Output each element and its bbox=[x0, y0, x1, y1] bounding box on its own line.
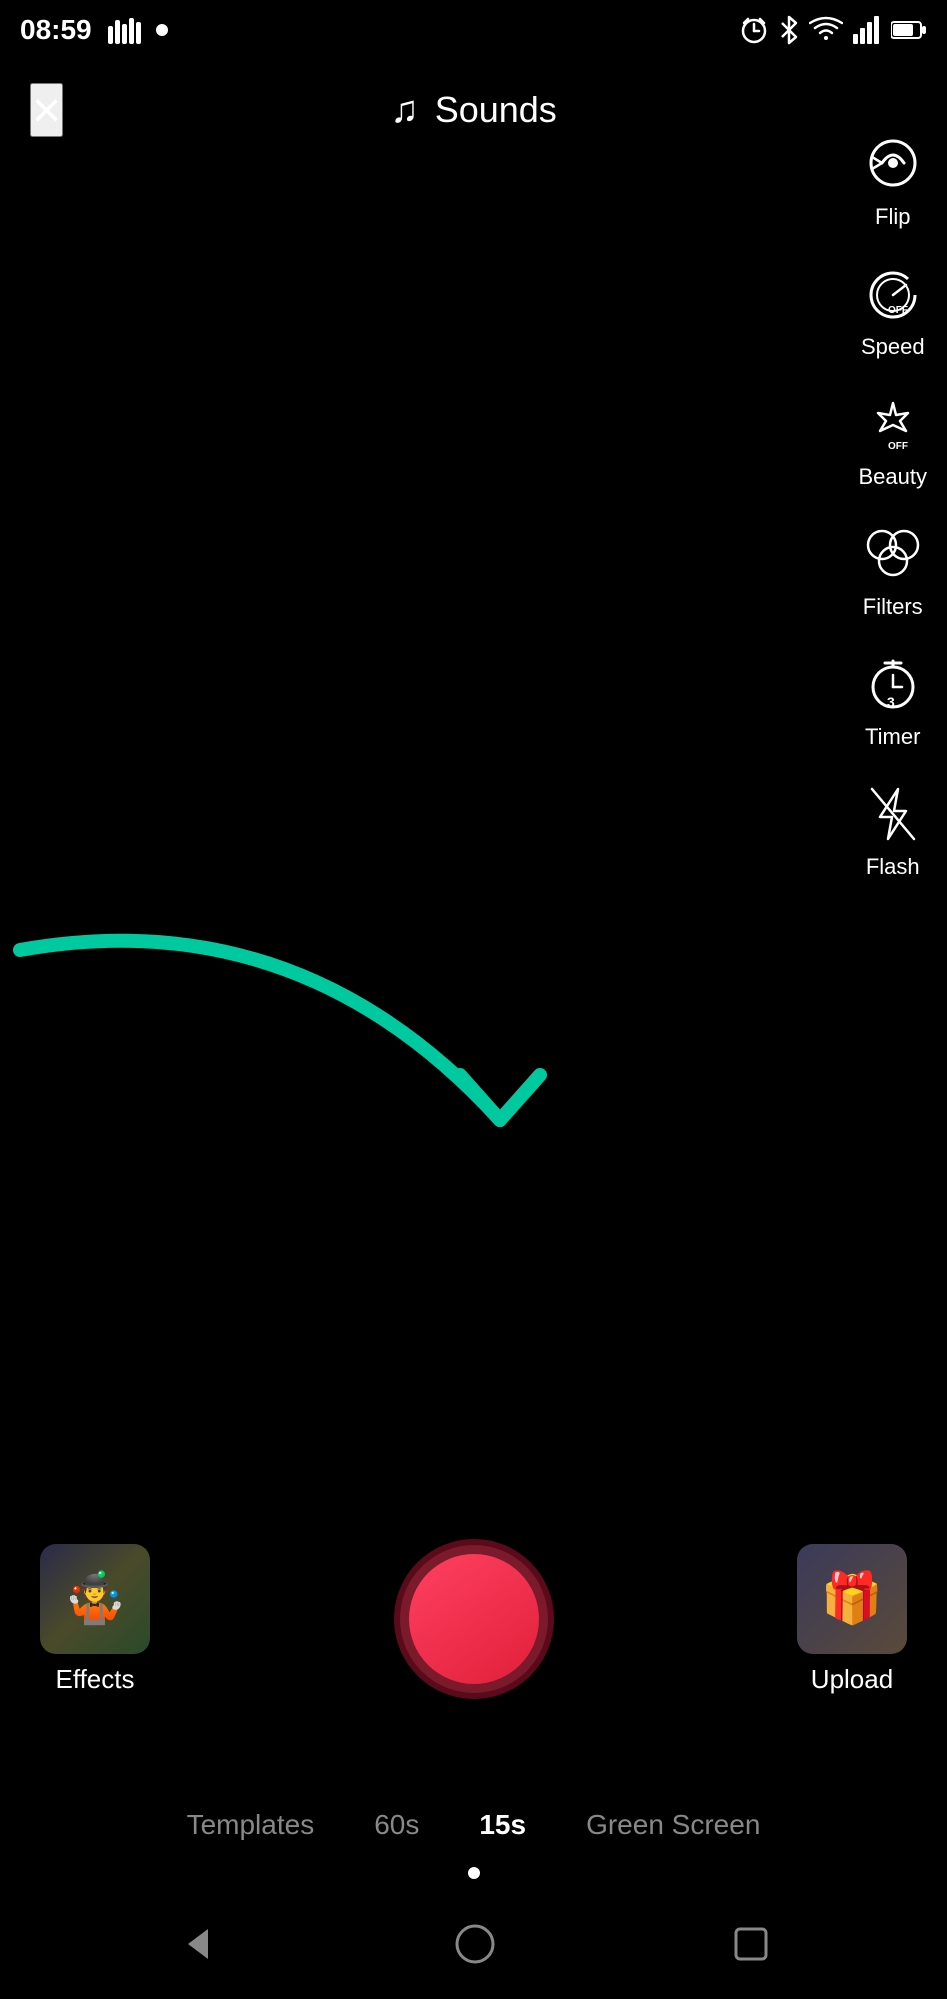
right-sidebar: Flip OFF Speed OFF Beauty bbox=[859, 130, 928, 880]
home-circle-icon bbox=[453, 1922, 497, 1966]
upload-thumbnail bbox=[797, 1544, 907, 1654]
upload-label: Upload bbox=[811, 1664, 893, 1695]
beauty-icon: OFF bbox=[859, 390, 927, 458]
effects-button[interactable]: Effects bbox=[40, 1544, 150, 1695]
notification-dot bbox=[156, 24, 168, 36]
nav-recent-button[interactable] bbox=[732, 1925, 770, 1963]
visualizer-icon bbox=[108, 16, 144, 44]
beauty-label: Beauty bbox=[859, 464, 928, 490]
top-bar: × ♫ Sounds bbox=[0, 70, 947, 150]
tab-greenscreen[interactable]: Green Screen bbox=[586, 1801, 760, 1849]
timer-label: Timer bbox=[865, 724, 920, 750]
wifi-icon bbox=[809, 16, 843, 44]
nav-home-button[interactable] bbox=[453, 1922, 497, 1966]
svg-text:OFF: OFF bbox=[888, 305, 908, 316]
mode-tabs: Templates 60s 15s Green Screen bbox=[0, 1801, 947, 1849]
filters-icon bbox=[859, 520, 927, 588]
music-note-icon: ♫ bbox=[390, 89, 419, 132]
flip-label: Flip bbox=[875, 204, 910, 230]
effects-label: Effects bbox=[55, 1664, 134, 1695]
sounds-title: ♫ Sounds bbox=[390, 89, 557, 132]
nav-bar bbox=[0, 1889, 947, 1999]
arrow-annotation bbox=[0, 920, 650, 1220]
tab-60s[interactable]: 60s bbox=[374, 1801, 419, 1849]
sidebar-item-filters[interactable]: Filters bbox=[859, 520, 927, 620]
record-button-inner bbox=[409, 1554, 539, 1684]
status-time: 08:59 bbox=[20, 14, 92, 46]
speed-icon: OFF bbox=[859, 260, 927, 328]
sidebar-item-timer[interactable]: 3 Timer bbox=[859, 650, 927, 750]
sidebar-item-beauty[interactable]: OFF Beauty bbox=[859, 390, 928, 490]
timer-icon: 3 bbox=[859, 650, 927, 718]
status-icons-left bbox=[108, 16, 168, 44]
svg-text:OFF: OFF bbox=[888, 441, 908, 452]
record-button-wrapper bbox=[394, 1539, 554, 1699]
bluetooth-icon bbox=[779, 15, 799, 45]
sounds-label: Sounds bbox=[435, 89, 557, 131]
flash-label: Flash bbox=[866, 854, 920, 880]
flip-icon bbox=[859, 130, 927, 198]
nav-back-button[interactable] bbox=[178, 1924, 218, 1964]
svg-text:3: 3 bbox=[887, 694, 895, 710]
status-bar: 08:59 bbox=[0, 0, 947, 60]
recent-square-icon bbox=[732, 1925, 770, 1963]
sidebar-item-flip[interactable]: Flip bbox=[859, 130, 927, 230]
record-button[interactable] bbox=[394, 1539, 554, 1699]
upload-button[interactable]: Upload bbox=[797, 1544, 907, 1695]
close-button[interactable]: × bbox=[30, 83, 63, 137]
effects-thumbnail bbox=[40, 1544, 150, 1654]
speed-label: Speed bbox=[861, 334, 925, 360]
sidebar-item-flash[interactable]: Flash bbox=[859, 780, 927, 880]
tab-templates[interactable]: Templates bbox=[187, 1801, 315, 1849]
status-icons-right bbox=[739, 15, 927, 45]
camera-controls: Effects Upload bbox=[0, 1519, 947, 1719]
battery-icon bbox=[891, 19, 927, 41]
flash-icon bbox=[859, 780, 927, 848]
filters-label: Filters bbox=[863, 594, 923, 620]
signal-icon bbox=[853, 16, 881, 44]
sidebar-item-speed[interactable]: OFF Speed bbox=[859, 260, 927, 360]
alarm-icon bbox=[739, 15, 769, 45]
back-arrow-icon bbox=[178, 1924, 218, 1964]
mode-indicator-dot bbox=[468, 1867, 480, 1879]
tab-15s[interactable]: 15s bbox=[479, 1801, 526, 1849]
